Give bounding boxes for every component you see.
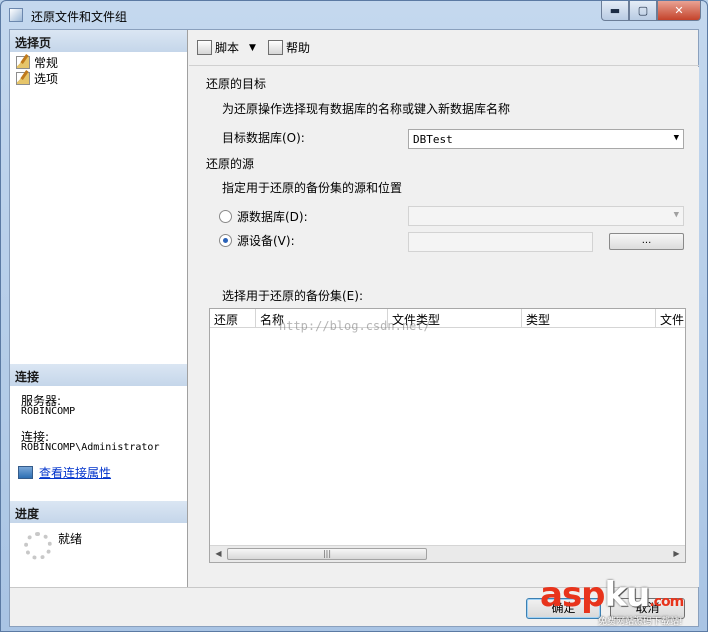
grid-col-type[interactable]: 类型 [522, 309, 656, 328]
server-value: ROBINCOMP [21, 406, 76, 417]
page-icon [16, 71, 30, 85]
toolbar: 脚本 ▼ 帮助 [189, 30, 699, 66]
page-icon [16, 55, 30, 69]
progress-status: 就绪 [58, 532, 83, 546]
connection-header: 连接 [10, 364, 187, 386]
script-label: 脚本 [215, 41, 240, 55]
chevron-down-icon: ▼ [673, 133, 679, 143]
right-pane: 脚本 ▼ 帮助 还原的目标 为还原操作选择现有数据库的名称或键入新数据库名称 目… [189, 30, 699, 587]
backup-sets-label: 选择用于还原的备份集(E): [222, 289, 363, 303]
view-connection-link-text: 查看连接属性 [39, 466, 112, 480]
page-item-label: 选项 [34, 71, 59, 86]
close-button[interactable]: ✕ [657, 1, 701, 21]
source-db-radio-label: 源数据库(D): [237, 210, 308, 224]
source-device-input[interactable] [408, 232, 593, 252]
source-heading: 还原的源 [206, 157, 255, 171]
source-db-combo[interactable]: ▼ [408, 206, 684, 226]
app-icon [9, 8, 23, 22]
source-device-radio[interactable]: 源设备(V): [219, 232, 295, 249]
page-item-general[interactable]: 常规 [16, 54, 58, 70]
left-pane: 选择页 常规 选项 连接 服务器: ROBINCOMP 连接: ROBINCOM… [10, 30, 188, 587]
destination-heading: 还原的目标 [206, 77, 267, 91]
url-watermark: http://blog.csdn.net/ [279, 319, 431, 333]
view-connection-properties-link[interactable]: 查看连接属性 [18, 464, 111, 481]
window-title: 还原文件和文件组 [31, 10, 128, 24]
connection-value: ROBINCOMP\Administrator [21, 442, 160, 453]
dialog-window: 还原文件和文件组 ▬ ▢ ✕ 选择页 常规 选项 连接 服务器: ROBINCO… [0, 0, 708, 632]
progress-header: 进度 [10, 501, 187, 523]
source-description: 指定用于还原的备份集的源和位置 [222, 181, 403, 195]
window-controls: ▬ ▢ ✕ [601, 1, 701, 21]
backup-sets-grid[interactable]: 还原 名称 文件类型 类型 文件 ◀ ||| ▶ [209, 308, 686, 563]
radio-selected-icon [219, 234, 232, 247]
source-device-radio-label: 源设备(V): [237, 234, 295, 248]
target-db-label: 目标数据库(O): [222, 131, 305, 145]
script-icon [197, 40, 212, 55]
page-item-label: 常规 [34, 55, 59, 70]
grid-col-restore[interactable]: 还原 [210, 309, 256, 328]
connection-properties-icon [18, 466, 33, 479]
scroll-thumb[interactable]: ||| [227, 548, 427, 560]
minimize-button[interactable]: ▬ [601, 1, 629, 21]
grid-col-file[interactable]: 文件 [656, 309, 685, 328]
script-dropdown-icon[interactable]: ▼ [249, 43, 256, 53]
target-db-value: DBTest [413, 133, 453, 146]
help-icon [267, 40, 283, 55]
site-watermark: aspku.com 免费网站源码下载站! [540, 576, 700, 628]
browse-button[interactable]: ... [609, 233, 684, 250]
help-button[interactable]: 帮助 [267, 39, 310, 56]
source-db-radio[interactable]: 源数据库(D): [219, 208, 308, 225]
page-item-options[interactable]: 选项 [16, 70, 58, 86]
title-bar[interactable]: 还原文件和文件组 ▬ ▢ ✕ [1, 1, 707, 29]
restore-form: 还原的目标 为还原操作选择现有数据库的名称或键入新数据库名称 目标数据库(O):… [189, 67, 699, 587]
horizontal-scrollbar[interactable]: ◀ ||| ▶ [210, 545, 685, 562]
help-label: 帮助 [285, 41, 310, 55]
maximize-button[interactable]: ▢ [629, 1, 657, 21]
target-db-combo[interactable]: DBTest ▼ [408, 129, 684, 149]
watermark-subtitle: 免费网站源码下载站! [598, 617, 683, 627]
destination-description: 为还原操作选择现有数据库的名称或键入新数据库名称 [222, 102, 511, 116]
script-button[interactable]: 脚本 ▼ [197, 39, 256, 56]
chevron-down-icon: ▼ [673, 210, 679, 220]
progress-spinner-icon [24, 532, 52, 560]
scroll-right-icon[interactable]: ▶ [668, 546, 685, 562]
radio-icon [219, 210, 232, 223]
select-page-header: 选择页 [10, 30, 187, 52]
scroll-left-icon[interactable]: ◀ [210, 546, 227, 562]
